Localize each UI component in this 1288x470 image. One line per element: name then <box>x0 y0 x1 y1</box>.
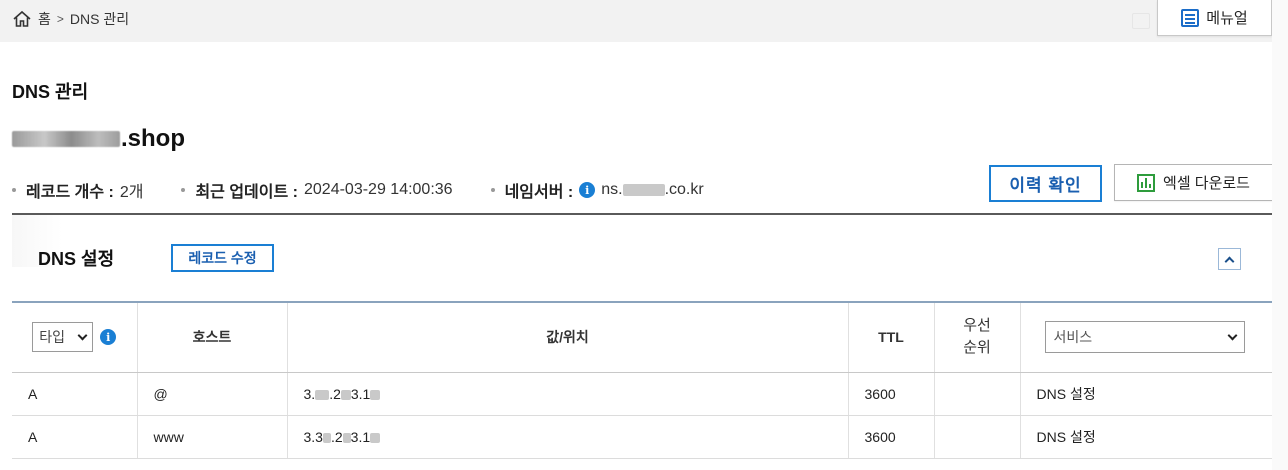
redacted-value <box>370 389 381 400</box>
redacted-domain <box>12 131 120 147</box>
nameserver-suffix: .co.kr <box>664 181 704 198</box>
cell-priority <box>933 415 1020 459</box>
type-filter-label: 타입 <box>39 329 66 346</box>
header-service: 서비스 <box>1019 301 1273 373</box>
redacted-value <box>322 432 331 443</box>
home-icon[interactable] <box>12 9 32 29</box>
redacted-value <box>340 389 351 400</box>
table-row[interactable]: A @ 3. .2 3.1 3600 DNS 설정 <box>12 372 1273 416</box>
document-icon <box>1181 8 1200 27</box>
cell-value: 3.3 .2 3.1 <box>286 415 848 459</box>
excel-download-button[interactable]: 엑셀 다운로드 <box>1114 164 1273 201</box>
header-priority: 우선 순위 <box>933 301 1020 373</box>
value-part: 3.1 <box>350 385 371 402</box>
value-part: 3.3 <box>303 428 323 445</box>
breadcrumb-current: DNS 관리 <box>69 11 130 27</box>
cell-type: A <box>12 372 137 416</box>
nameserver-prefix: ns. <box>601 181 623 198</box>
cell-ttl: 3600 <box>847 372 934 416</box>
chevron-down-icon <box>1227 330 1237 341</box>
domain-suffix: .shop <box>121 125 185 152</box>
record-count-value: 2개 <box>119 184 144 201</box>
table-header-row: 타입 i 호스트 값/위치 TTL 우선 순위 서비스 <box>12 301 1273 373</box>
value-part: .2 <box>330 428 343 445</box>
page-title: DNS 관리 <box>12 82 89 102</box>
header-ttl: TTL <box>847 301 934 373</box>
header-value: 값/위치 <box>286 301 848 373</box>
priority-line-1: 우선 <box>963 317 991 335</box>
cell-host: www <box>136 415 287 459</box>
nameserver-label: 네임서버 : <box>504 184 574 201</box>
scrollbar[interactable] <box>1272 0 1288 470</box>
last-updated-label: 최근 업데이트 : <box>195 184 298 201</box>
record-count-label: 레코드 개수 : <box>26 184 114 201</box>
cell-service: DNS 설정 <box>1019 415 1273 459</box>
chat-icon <box>1132 13 1150 29</box>
collapse-button[interactable] <box>1218 248 1241 270</box>
header-type: 타입 i <box>12 301 137 373</box>
chevron-down-icon <box>77 330 88 341</box>
history-button[interactable]: 이력 확인 <box>989 165 1102 202</box>
edit-records-button[interactable]: 레코드 수정 <box>171 244 274 272</box>
redacted-value <box>370 432 381 443</box>
cell-type: A <box>12 415 137 459</box>
service-filter-select[interactable]: 서비스 <box>1044 321 1245 354</box>
bullet <box>490 188 495 192</box>
cell-value: 3. .2 3.1 <box>286 372 848 416</box>
chevron-up-icon <box>1224 256 1235 266</box>
bullet <box>12 188 16 192</box>
last-updated-value: 2024-03-29 14:00:36 <box>304 181 453 198</box>
domain-meta: 레코드 개수 : 2개 최근 업데이트 : 2024-03-29 14:00:3… <box>12 178 742 202</box>
cell-host: @ <box>136 372 287 416</box>
cell-service: DNS 설정 <box>1019 372 1273 416</box>
section-title: DNS 설정 <box>38 249 115 269</box>
excel-download-label: 엑셀 다운로드 <box>1163 175 1250 192</box>
value-part: 3. <box>303 385 316 402</box>
manual-button[interactable]: 메뉴얼 <box>1157 0 1272 36</box>
breadcrumb-separator: > <box>56 12 64 26</box>
bullet <box>181 188 186 192</box>
last-updated: 최근 업데이트 : 2024-03-29 14:00:36 <box>181 178 453 202</box>
dns-records-table: 타입 i 호스트 값/위치 TTL 우선 순위 서비스 A @ 3. .2 3.… <box>12 301 1273 459</box>
nameserver: 네임서버 : i ns. .co.kr <box>490 178 704 202</box>
service-filter-label: 서비스 <box>1053 329 1093 346</box>
domain-name: .shop <box>12 125 185 153</box>
table-row[interactable]: A www 3.3 .2 3.1 3600 DNS 설정 <box>12 415 1273 459</box>
value-part: .2 <box>329 385 341 402</box>
cell-priority <box>933 372 1020 416</box>
record-count: 레코드 개수 : 2개 <box>12 178 143 202</box>
type-filter-select[interactable]: 타입 <box>32 322 94 353</box>
priority-line-2: 순위 <box>963 339 991 357</box>
top-bar: 홈 > DNS 관리 메뉴얼 <box>0 0 1272 42</box>
info-icon[interactable]: i <box>100 329 117 346</box>
chart-icon <box>1137 173 1156 192</box>
info-icon[interactable]: i <box>579 182 596 198</box>
redacted-value <box>315 389 330 400</box>
cell-ttl: 3600 <box>847 415 934 459</box>
breadcrumb: 홈 > DNS 관리 <box>12 9 129 29</box>
redacted-nameserver <box>622 184 665 196</box>
manual-button-label: 메뉴얼 <box>1206 10 1248 27</box>
header-host: 호스트 <box>136 301 287 373</box>
value-part: 3.1 <box>350 428 371 445</box>
redacted-value <box>342 432 351 443</box>
breadcrumb-home[interactable]: 홈 <box>38 9 51 29</box>
